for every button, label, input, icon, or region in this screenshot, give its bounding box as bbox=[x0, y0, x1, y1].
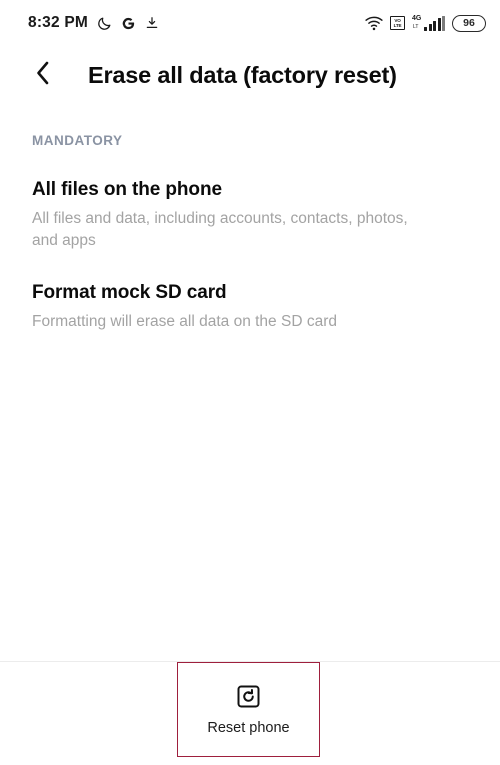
signal-bar bbox=[437, 18, 441, 31]
section-header-mandatory: MANDATORY bbox=[32, 133, 123, 148]
list-item: All files on the phone All files and dat… bbox=[32, 179, 468, 251]
download-icon bbox=[145, 16, 159, 30]
reset-phone-label: Reset phone bbox=[207, 719, 290, 736]
list-item-subtitle: Formatting will erase all data on the SD… bbox=[32, 313, 337, 330]
status-bar-left: 8:32 PM bbox=[28, 14, 159, 32]
google-icon bbox=[121, 16, 136, 31]
do-not-disturb-icon bbox=[97, 16, 112, 31]
reset-phone-button[interactable]: Reset phone bbox=[177, 662, 320, 757]
chevron-left-icon bbox=[33, 60, 53, 91]
status-bar: 8:32 PM VO LTE 4G LT 96 bbox=[0, 0, 500, 46]
battery-indicator: 96 bbox=[452, 14, 486, 32]
settings-content: MANDATORY All files on the phone All fil… bbox=[0, 133, 500, 333]
list-item: Format mock SD card Formatting will eras… bbox=[32, 282, 468, 333]
signal-bar bbox=[442, 16, 445, 31]
network-sub-label: LT bbox=[413, 24, 419, 30]
cellular-signal-icon: 4G LT bbox=[412, 15, 445, 31]
signal-bar bbox=[428, 24, 432, 31]
status-bar-clock: 8:32 PM bbox=[28, 14, 88, 31]
back-button[interactable] bbox=[26, 58, 60, 92]
reset-phone-icon bbox=[236, 684, 262, 710]
volte-icon: VO LTE bbox=[390, 16, 405, 30]
app-bar: Erase all data (factory reset) bbox=[0, 46, 500, 104]
list-item-title: Format mock SD card bbox=[32, 282, 227, 303]
page-title: Erase all data (factory reset) bbox=[88, 61, 397, 88]
battery-level-label: 96 bbox=[463, 17, 475, 29]
list-item-title: All files on the phone bbox=[32, 179, 222, 200]
signal-bar bbox=[424, 27, 427, 31]
status-bar-right: VO LTE 4G LT 96 bbox=[365, 14, 486, 32]
wifi-icon bbox=[365, 16, 383, 31]
list-item-subtitle: All files and data, including accounts, … bbox=[32, 210, 408, 249]
volte-line-2: LTE bbox=[393, 23, 402, 28]
signal-bar bbox=[433, 21, 436, 31]
network-type-label: 4G bbox=[412, 15, 422, 22]
